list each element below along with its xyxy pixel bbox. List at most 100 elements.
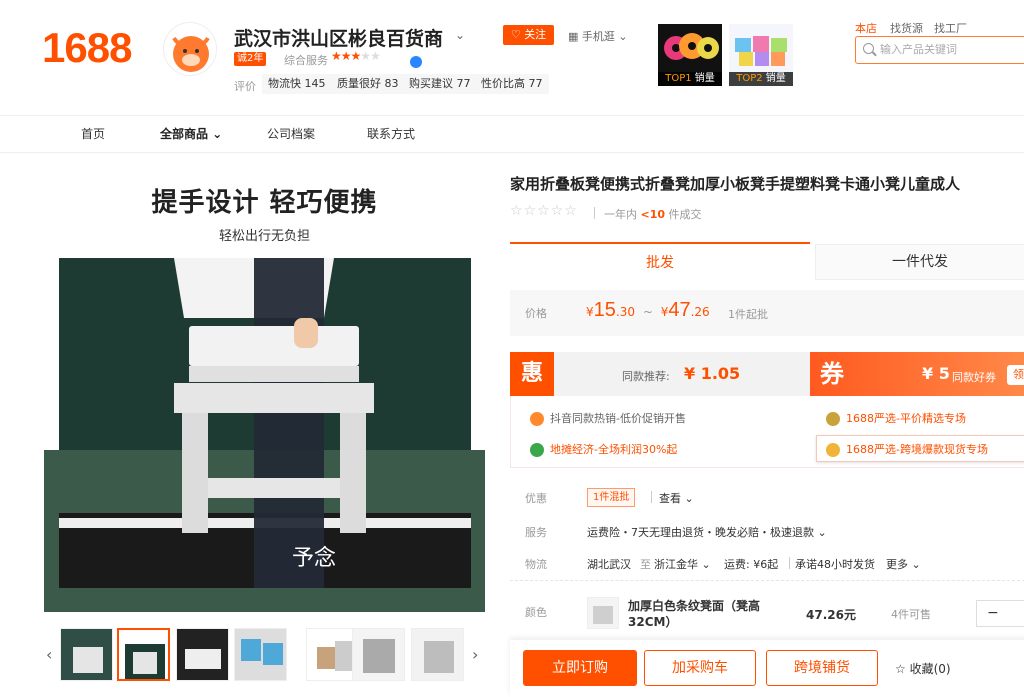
follow-label: 关注 [524, 28, 547, 41]
nav-company-profile[interactable]: 公司档案 [267, 125, 315, 142]
search-input[interactable]: 输入产品关键词 [855, 36, 1024, 64]
shop-avatar[interactable] [163, 22, 217, 76]
divider [651, 491, 652, 503]
product-title: 家用折叠板凳便携式折叠凳加厚小板凳手提塑料凳卡通小凳儿童成人 [510, 175, 961, 193]
chevron-down-icon: ⌄ [911, 558, 921, 571]
search-icon [863, 43, 874, 54]
price-low-dec: .30 [615, 305, 635, 319]
tab-wholesale[interactable]: 批发 [510, 242, 810, 280]
top1-suffix: 销量 [694, 73, 715, 84]
review-label: 评价 [234, 80, 256, 93]
chevron-down-icon: ⌄ [684, 492, 694, 505]
sold-suffix: 件成交 [668, 208, 702, 221]
price-range: ¥15.30 ~ ¥47.26 [586, 299, 710, 322]
thumbnail[interactable] [411, 628, 464, 681]
leaf-icon [530, 443, 544, 457]
scope-store[interactable]: 本店 [855, 20, 877, 36]
promo-text: 1688严选-平价精选专场 [846, 412, 966, 425]
main-product-image[interactable]: 提手设计 轻巧便携 轻松出行无负担 予念 [44, 165, 485, 612]
top2-badge: TOP2 销量 [729, 72, 793, 86]
promo-link[interactable]: 1688严选-跨境爆款现货专场 [826, 441, 988, 457]
brand-watermark: 予念 [292, 546, 337, 571]
min-order: 1件起批 [728, 308, 768, 321]
currency-symbol: ¥ [586, 305, 594, 319]
ship-to-word: 至 [640, 558, 651, 571]
thumbnail[interactable] [352, 628, 405, 681]
site-logo[interactable]: 1688 [42, 24, 132, 72]
cat-icon [826, 443, 840, 457]
thumbnail[interactable] [234, 628, 287, 681]
buy-now-button[interactable]: 立即订购 [523, 650, 637, 686]
nav-home[interactable]: 首页 [81, 125, 105, 142]
divider [789, 557, 790, 569]
sku-price: 47.26元 [806, 608, 856, 622]
sku-thumbnail[interactable] [587, 597, 619, 629]
promo-text: 地摊经济-全场利润30%起 [550, 443, 678, 456]
coupon-amount: ¥ 5 [922, 364, 950, 383]
top2-suffix: 销量 [765, 73, 786, 84]
sold-info: 一年内 <10 件成交 [604, 206, 702, 222]
promo-link[interactable]: 地摊经济-全场利润30%起 [530, 441, 677, 457]
service-list[interactable]: 运费险・7天无理由退货・晚发必赔・极速退款 ⌄ [587, 524, 827, 540]
review-chip[interactable]: 购买建议 77 [403, 74, 477, 94]
top2-product[interactable]: TOP2 销量 [729, 24, 793, 86]
follow-button[interactable]: ♡ 关注 [503, 25, 554, 45]
review-chip[interactable]: 物流快 145 [262, 74, 332, 94]
chevron-right-icon[interactable]: › [472, 645, 478, 664]
thumbnail[interactable] [60, 628, 113, 681]
heart-icon: ♡ [510, 28, 521, 41]
chevron-down-icon: ⌄ [618, 30, 628, 43]
scope-source[interactable]: 找货源 [890, 20, 923, 36]
nav-all-products-label: 全部商品 [160, 127, 209, 141]
ship-more-link[interactable]: 更多 ⌄ [886, 556, 921, 572]
price-low-int: 15 [593, 299, 616, 321]
promo-text: 抖音同款热销-低价促销开售 [550, 412, 686, 425]
search-placeholder: 输入产品关键词 [880, 43, 957, 56]
thumbnail[interactable] [176, 628, 229, 681]
nav-all-products[interactable]: 全部商品 ⌄ [160, 125, 222, 142]
scope-factory[interactable]: 找工厂 [934, 20, 967, 36]
promo-link[interactable]: 1688严选-平价精选专场 [826, 410, 966, 426]
favorite-button[interactable]: ☆ 收藏(0) [895, 660, 951, 677]
add-to-cart-button[interactable]: 加采购车 [644, 650, 756, 686]
divider [594, 207, 595, 219]
review-chip[interactable]: 性价比高 77 [475, 74, 549, 94]
image-subline: 轻松出行无负担 [218, 229, 310, 244]
year-badge: 诚2年 [234, 52, 267, 66]
color-label: 颜色 [525, 606, 547, 619]
sku-stock: 4件可售 [891, 608, 931, 621]
discount-badge-icon: 惠 [510, 352, 554, 396]
service-stars: ★★★★★ [331, 49, 381, 63]
view-discounts-link[interactable]: 查看 ⌄ [659, 490, 694, 506]
ship-from: 湖北武汉 [587, 558, 631, 571]
mobile-link[interactable]: ▦ 手机逛 ⌄ [568, 28, 628, 44]
price-separator: ~ [642, 305, 653, 319]
tab-dropship[interactable]: 一件代发 [815, 244, 1024, 280]
chevron-left-icon[interactable]: ‹ [46, 645, 52, 664]
verified-icon [410, 56, 422, 68]
price-high-dec: .26 [690, 305, 710, 319]
chevron-down-icon: ⌄ [212, 127, 223, 141]
ship-to-select[interactable]: 浙江金华 ⌄ [654, 556, 711, 572]
more-label: 更多 [886, 558, 908, 571]
claim-coupon-button[interactable]: 领 [1007, 365, 1024, 385]
top1-product[interactable]: TOP1 销量 [658, 24, 722, 86]
quantity-decrement-button[interactable]: − [976, 600, 1024, 627]
review-chip[interactable]: 质量很好 83 [331, 74, 405, 94]
shop-name[interactable]: 武汉市洪山区彬良百货商 [234, 24, 443, 51]
sold-count: <10 [640, 208, 666, 221]
nav-divider [0, 152, 1024, 153]
chevron-down-icon[interactable]: ⌄ [455, 28, 465, 42]
top2-rank: TOP2 [736, 73, 763, 84]
nav-contact[interactable]: 联系方式 [367, 125, 415, 142]
cross-border-button[interactable]: 跨境铺货 [766, 650, 878, 686]
thumbnail-selected[interactable] [117, 628, 170, 681]
star-outline-icon: ☆ [895, 662, 906, 676]
promo-link[interactable]: 抖音同款热销-低价促销开售 [530, 410, 686, 426]
view-label: 查看 [659, 492, 681, 505]
price-high-int: 47 [668, 299, 691, 321]
star-icon: ★ [340, 49, 352, 63]
discount-label: 优惠 [525, 492, 547, 505]
recommend-label: 同款推荐: [622, 370, 670, 383]
recommend-band[interactable] [554, 352, 810, 396]
